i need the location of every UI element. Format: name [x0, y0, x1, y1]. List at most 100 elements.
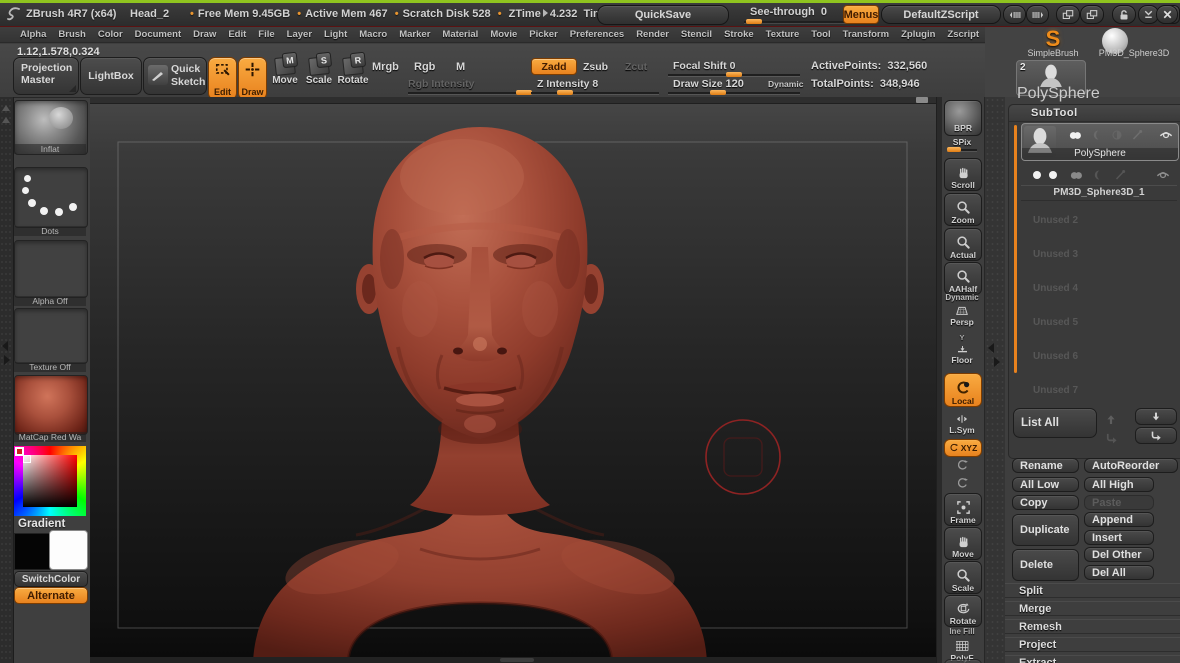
- scroll-up-icon[interactable]: [2, 105, 10, 111]
- menu-item[interactable]: Transform: [843, 29, 889, 40]
- all-high-button[interactable]: All High: [1084, 477, 1154, 492]
- sculpting-canvas[interactable]: [90, 97, 936, 663]
- aa-half-button[interactable]: AAHalf: [944, 262, 982, 295]
- delete-button[interactable]: Delete: [1012, 549, 1079, 581]
- menu-item[interactable]: Stencil: [681, 29, 712, 40]
- menu-item[interactable]: Material: [442, 29, 478, 40]
- menu-item[interactable]: Movie: [490, 29, 517, 40]
- polyframe-button[interactable]: Ine Fill PolyF: [944, 627, 980, 663]
- rotate-z-button[interactable]: [944, 477, 980, 490]
- focal-shift-slider[interactable]: [668, 74, 800, 76]
- scale-mode-button[interactable]: S Scale: [304, 57, 334, 93]
- dynamic-toggle[interactable]: Dynamic: [768, 79, 803, 89]
- subtool-empty-slot[interactable]: Unused 7: [1009, 373, 1179, 407]
- lock-button[interactable]: [1112, 5, 1136, 24]
- moon-toggle-icon[interactable]: [1091, 168, 1105, 182]
- alternate-button[interactable]: Alternate: [14, 587, 88, 604]
- lightbox-button[interactable]: LightBox: [80, 57, 142, 95]
- subtool-empty-slot[interactable]: Unused 2: [1009, 203, 1179, 237]
- divider-arrow-left-icon[interactable]: [988, 343, 994, 353]
- focal-shift-slider-label[interactable]: Focal Shift 0: [673, 60, 735, 72]
- section-header[interactable]: Extract: [1005, 655, 1180, 663]
- frame-button[interactable]: Frame: [944, 493, 982, 526]
- menu-item[interactable]: Preferences: [570, 29, 624, 40]
- divider-arrow-left-icon[interactable]: [2, 341, 8, 351]
- menu-item[interactable]: Stroke: [724, 29, 754, 40]
- zadd-button[interactable]: Zadd: [531, 58, 577, 75]
- local-button[interactable]: Local: [944, 373, 982, 407]
- scroll-button[interactable]: Scroll: [944, 158, 982, 191]
- texture-thumbnail[interactable]: [14, 308, 88, 364]
- bpr-button[interactable]: BPR: [944, 100, 982, 136]
- del-other-button[interactable]: Del Other: [1084, 547, 1154, 562]
- section-header[interactable]: Split: [1005, 583, 1180, 598]
- default-zscript-button[interactable]: DefaultZScript: [881, 5, 1001, 24]
- half-toggle-icon[interactable]: [1110, 128, 1124, 142]
- persp-button[interactable]: Dynamic Persp: [944, 293, 980, 327]
- zsub-button[interactable]: Zsub: [583, 61, 608, 73]
- shift-down-button[interactable]: [1135, 427, 1177, 444]
- subtool-empty-slot[interactable]: Unused 5: [1009, 305, 1179, 339]
- menu-item[interactable]: Texture: [766, 29, 800, 40]
- rgb-intensity-slider-label[interactable]: Rgb Intensity: [408, 78, 475, 90]
- autoreorder-button[interactable]: AutoReorder: [1084, 458, 1178, 473]
- menu-item[interactable]: Marker: [399, 29, 430, 40]
- paste-button[interactable]: Paste: [1084, 495, 1154, 510]
- see-through-slider[interactable]: [744, 21, 856, 23]
- copy-button[interactable]: Copy: [1012, 495, 1079, 510]
- all-low-button[interactable]: All Low: [1012, 477, 1079, 492]
- partial-button[interactable]: [944, 659, 982, 663]
- edit-mode-button[interactable]: Edit: [208, 57, 237, 100]
- color-sv-square[interactable]: [23, 455, 77, 507]
- divider-arrow-right-icon[interactable]: [4, 355, 10, 365]
- canvas-scroll-handle[interactable]: [916, 97, 928, 103]
- polypaint-toggle-icon[interactable]: [1069, 168, 1084, 183]
- spix-slider[interactable]: SPix: [944, 137, 980, 151]
- gradient-label[interactable]: Gradient: [18, 518, 65, 530]
- brush-toggle-icon[interactable]: [1113, 168, 1127, 182]
- menu-item[interactable]: Alpha: [20, 29, 46, 40]
- rotate-mode-button[interactable]: R Rotate: [337, 57, 369, 93]
- rotate-view-button[interactable]: Rotate: [944, 595, 982, 627]
- insert-button[interactable]: Insert: [1084, 530, 1154, 545]
- move-mode-button[interactable]: M Move: [270, 57, 300, 93]
- z-intensity-slider[interactable]: [531, 92, 659, 94]
- mrgb-button[interactable]: Mrgb: [372, 61, 399, 73]
- menu-item[interactable]: Light: [324, 29, 347, 40]
- menu-item[interactable]: Macro: [359, 29, 387, 40]
- list-all-button[interactable]: List All: [1013, 408, 1097, 438]
- left-scroll-gutter[interactable]: [0, 97, 14, 663]
- zcut-button[interactable]: Zcut: [625, 61, 647, 73]
- alpha-thumbnail[interactable]: [14, 240, 88, 298]
- menu-item[interactable]: Tool: [811, 29, 830, 40]
- scroll-right-button[interactable]: [1026, 5, 1049, 24]
- moon-toggle-icon[interactable]: [1090, 128, 1104, 142]
- eye-visibility-icon[interactable]: [1155, 167, 1171, 182]
- subtool-empty-slot[interactable]: Unused 3: [1009, 237, 1179, 271]
- move-down-button[interactable]: [1135, 408, 1177, 425]
- subtool-header[interactable]: SubTool: [1031, 107, 1078, 119]
- prev-layout-button[interactable]: [1056, 5, 1080, 24]
- lsym-button[interactable]: L.Sym: [944, 413, 980, 435]
- m-button[interactable]: M: [456, 61, 465, 73]
- menus-button[interactable]: Menus: [843, 5, 879, 24]
- zoom-button[interactable]: Zoom: [944, 193, 982, 226]
- move-view-button[interactable]: Move: [944, 527, 982, 560]
- right-panel-gutter[interactable]: [984, 97, 1006, 663]
- menu-item[interactable]: Brush: [58, 29, 85, 40]
- xyz-button[interactable]: XYZ: [944, 439, 982, 457]
- menu-item[interactable]: Render: [636, 29, 669, 40]
- shift-right-button[interactable]: [1104, 431, 1119, 446]
- scale-view-button[interactable]: Scale: [944, 561, 982, 594]
- actual-size-button[interactable]: Actual: [944, 228, 982, 261]
- projection-master-button[interactable]: ProjectionMaster: [13, 57, 79, 95]
- canvas-bottom-scrollbar[interactable]: [90, 657, 936, 663]
- canvas-top-scrollbar[interactable]: [90, 97, 936, 104]
- color-picker[interactable]: [14, 446, 86, 516]
- main-color-swatch[interactable]: [14, 533, 50, 570]
- floor-button[interactable]: Y Floor: [944, 333, 980, 365]
- menu-item[interactable]: File: [258, 29, 274, 40]
- subtool-empty-slot[interactable]: Unused 4: [1009, 271, 1179, 305]
- section-header[interactable]: Remesh: [1005, 619, 1180, 634]
- quicksave-button[interactable]: QuickSave: [597, 5, 729, 25]
